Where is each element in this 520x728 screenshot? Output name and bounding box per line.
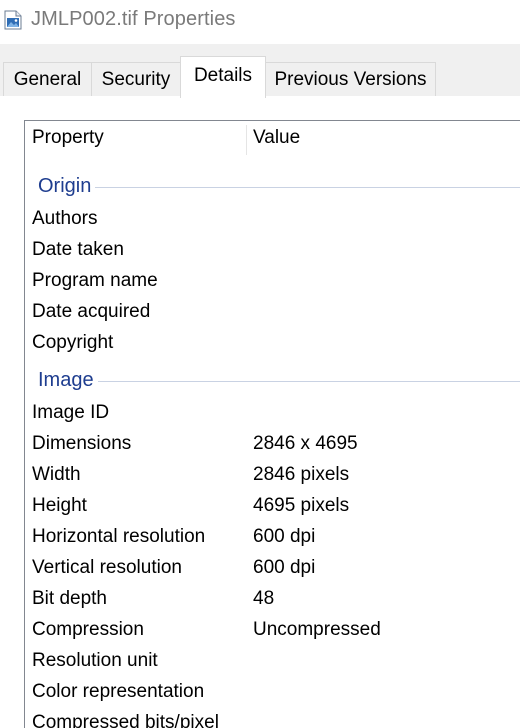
list-item[interactable]: Color representation: [25, 676, 520, 707]
column-divider[interactable]: [246, 125, 247, 155]
group-title-image: Image: [38, 365, 98, 396]
property-name: Horizontal resolution: [32, 526, 206, 547]
list-item[interactable]: Height 4695 pixels: [25, 490, 520, 521]
list-item[interactable]: Authors: [25, 203, 520, 234]
property-name: Copyright: [32, 332, 114, 353]
tab-general[interactable]: General: [3, 62, 92, 96]
property-value[interactable]: 4695 pixels: [253, 490, 349, 521]
property-name: Width: [32, 464, 81, 485]
group-header-origin: Origin: [25, 171, 520, 202]
tif-image-file-icon: [4, 10, 22, 30]
title-bar[interactable]: JMLP002.tif Properties: [0, 0, 520, 44]
property-name: Compression: [32, 619, 144, 640]
column-header-property[interactable]: Property: [32, 127, 104, 149]
list-item[interactable]: Date acquired: [25, 296, 520, 327]
list-item[interactable]: Horizontal resolution 600 dpi: [25, 521, 520, 552]
list-item[interactable]: Compression Uncompressed: [25, 614, 520, 645]
properties-window: JMLP002.tif Properties General Security …: [0, 0, 520, 728]
group-header-image: Image: [25, 365, 520, 396]
property-value[interactable]: 600 dpi: [253, 521, 315, 552]
property-name: Program name: [32, 270, 158, 291]
property-name: Vertical resolution: [32, 557, 182, 578]
window-title: JMLP002.tif Properties: [31, 8, 236, 30]
tab-previous-versions-label: Previous Versions: [274, 69, 427, 90]
property-value[interactable]: 48: [253, 583, 274, 614]
property-value[interactable]: Uncompressed: [253, 614, 381, 645]
tab-general-label: General: [13, 69, 82, 90]
list-item[interactable]: Copyright: [25, 327, 520, 358]
tab-security-label: Security: [101, 69, 171, 90]
property-value[interactable]: 600 dpi: [253, 552, 315, 583]
property-value[interactable]: 2846 x 4695: [253, 428, 358, 459]
tab-details-label: Details: [193, 65, 253, 86]
list-item[interactable]: Width 2846 pixels: [25, 459, 520, 490]
column-header-value[interactable]: Value: [253, 127, 300, 149]
property-value[interactable]: 2846 pixels: [253, 459, 349, 490]
list-item[interactable]: Vertical resolution 600 dpi: [25, 552, 520, 583]
list-item[interactable]: Dimensions 2846 x 4695: [25, 428, 520, 459]
property-name: Authors: [32, 208, 98, 229]
list-item[interactable]: Date taken: [25, 234, 520, 265]
tab-strip: General Security Details Previous Versio…: [0, 44, 520, 140]
property-name: Date taken: [32, 239, 124, 260]
property-name: Resolution unit: [32, 650, 158, 671]
list-item[interactable]: Image ID: [25, 397, 520, 428]
details-list[interactable]: Property Value Comments Origin Authors: [24, 120, 520, 728]
property-name: Dimensions: [32, 433, 132, 454]
property-name: Compressed bits/pixel: [32, 712, 219, 728]
tab-previous-versions[interactable]: Previous Versions: [265, 62, 436, 96]
list-header: Property Value: [25, 121, 520, 155]
property-name: Color representation: [32, 681, 205, 702]
group-title-origin: Origin: [38, 171, 96, 202]
list-item[interactable]: Compressed bits/pixel: [25, 707, 520, 728]
group-divider-line: [95, 187, 520, 188]
list-item[interactable]: Program name: [25, 265, 520, 296]
list-item[interactable]: Bit depth 48: [25, 583, 520, 614]
group-divider-line: [97, 381, 520, 382]
property-name: Date acquired: [32, 301, 151, 322]
tab-security[interactable]: Security: [91, 62, 181, 96]
tab-details[interactable]: Details: [180, 56, 266, 98]
details-pane: Property Value Comments Origin Authors: [0, 96, 520, 728]
property-name: Image ID: [32, 402, 110, 423]
list-item[interactable]: Resolution unit: [25, 645, 520, 676]
property-name: Height: [32, 495, 87, 516]
property-name: Bit depth: [32, 588, 107, 609]
